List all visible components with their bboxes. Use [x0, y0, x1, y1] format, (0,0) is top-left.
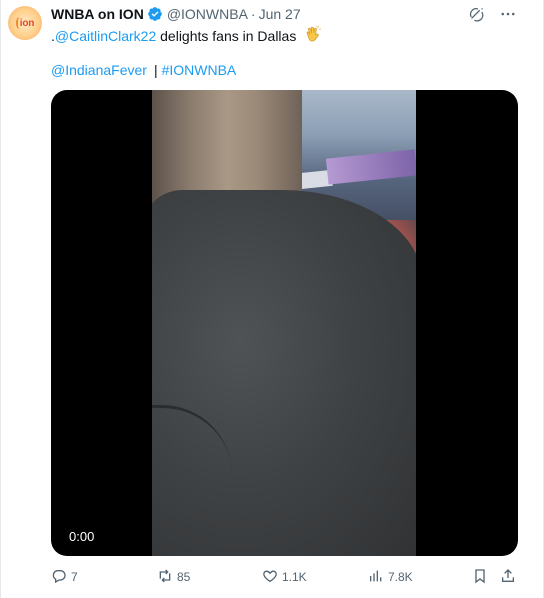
post-card: ion WNBA on ION @IONWNBA · Jun 27 .@Cait…: [0, 0, 544, 598]
views-count: 7.8K: [388, 570, 413, 584]
team-mention-link[interactable]: @IndianaFever: [51, 62, 147, 78]
video-player[interactable]: 0:00: [51, 90, 518, 556]
heart-icon: [262, 568, 278, 587]
repost-button[interactable]: 85: [157, 567, 190, 587]
analytics-icon: [368, 568, 384, 587]
repost-count: 85: [177, 570, 191, 584]
author-handle[interactable]: @IONWNBA: [167, 6, 248, 22]
action-bar: 7 85 1.1K 7.8K: [51, 567, 521, 587]
header-separator: ·: [250, 6, 256, 22]
post-text: .@CaitlinClark22 delights fans in Dallas: [51, 25, 322, 47]
display-name[interactable]: WNBA on ION: [51, 6, 144, 22]
post-tags: @IndianaFever | #IONWNBA: [51, 61, 236, 79]
post-date[interactable]: Jun 27: [259, 6, 301, 22]
reply-count: 7: [71, 570, 78, 584]
share-button[interactable]: [500, 567, 516, 587]
top-actions: [467, 5, 517, 23]
more-options-icon[interactable]: [499, 5, 517, 23]
post-text-body: delights fans in Dallas: [156, 28, 297, 44]
share-icon: [500, 568, 516, 587]
video-frame: [152, 90, 416, 556]
post-header: WNBA on ION @IONWNBA · Jun 27: [51, 5, 301, 23]
bookmark-icon: [472, 568, 488, 587]
reply-button[interactable]: 7: [51, 567, 78, 587]
grok-icon[interactable]: [467, 5, 485, 23]
views-button[interactable]: 7.8K: [368, 567, 413, 587]
player-hoodie: [152, 190, 416, 556]
hashtag-link[interactable]: #IONWNBA: [162, 62, 237, 78]
repost-icon: [157, 568, 173, 587]
avatar[interactable]: ion: [8, 6, 42, 40]
ion-logo-arc: [16, 17, 22, 29]
hoodie-fold: [152, 405, 232, 525]
clapping-hands-icon: [304, 25, 322, 47]
tags-separator: |: [153, 62, 158, 78]
bookmark-button[interactable]: [472, 567, 488, 587]
video-timestamp: 0:00: [69, 529, 95, 544]
like-button[interactable]: 1.1K: [262, 567, 307, 587]
verified-badge-icon: [147, 6, 163, 22]
mention-link[interactable]: @CaitlinClark22: [55, 28, 156, 44]
reply-icon: [51, 568, 67, 587]
like-count: 1.1K: [282, 570, 307, 584]
